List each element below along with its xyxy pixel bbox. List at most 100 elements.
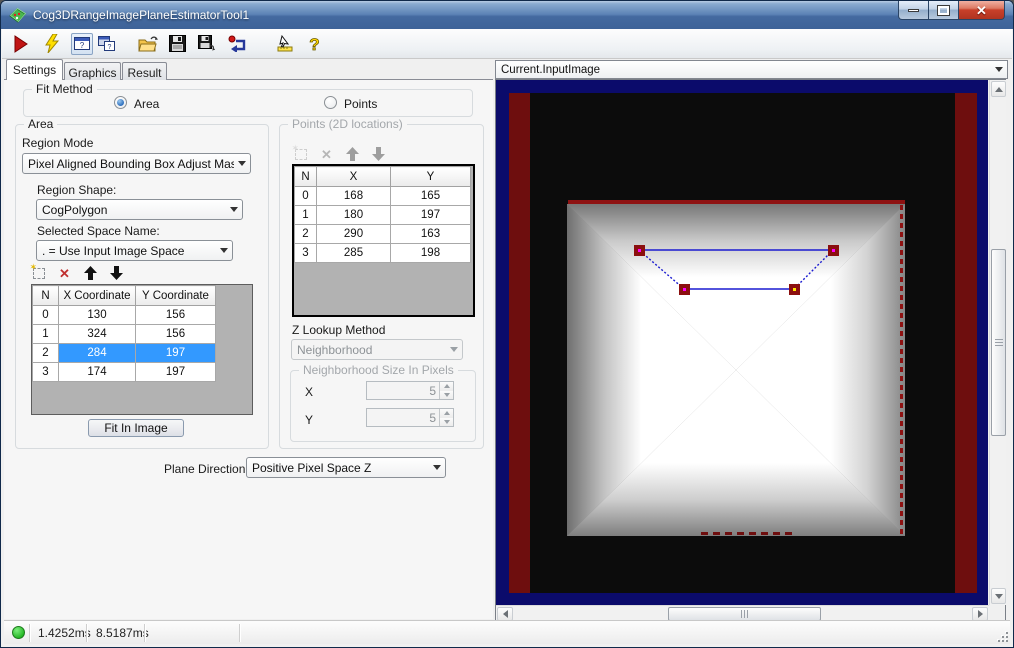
plane-direction-select[interactable]: Positive Pixel Space Z (246, 457, 446, 478)
table-row: 1 180 197 (295, 206, 471, 225)
image-canvas[interactable] (496, 80, 988, 605)
fit-in-image-button[interactable]: Fit In Image (88, 419, 184, 437)
cell-y[interactable]: 156 (136, 306, 216, 325)
minimize-button[interactable] (898, 1, 929, 20)
move-up-button[interactable] (82, 265, 99, 281)
reset-icon (228, 35, 247, 52)
scroll-left-icon (503, 610, 508, 618)
vertex-handle-0[interactable] (634, 245, 645, 256)
chevron-down-icon (234, 154, 250, 173)
fit-method-area-radio[interactable] (114, 96, 127, 109)
save-button[interactable] (166, 33, 188, 55)
add-point-button[interactable] (30, 265, 47, 281)
tab-settings[interactable]: Settings (6, 59, 63, 80)
separator (239, 624, 240, 642)
scroll-right-button[interactable] (972, 607, 988, 621)
thumb-grip (744, 610, 745, 618)
show-last-run-image-toggle[interactable]: ? (71, 33, 93, 55)
area-points-grid: N X Coordinate Y Coordinate 0 130 156 1 … (31, 284, 253, 415)
fit-method-group: Fit Method Area Points (23, 89, 473, 117)
vertical-scroll-thumb[interactable] (991, 249, 1006, 436)
region-mode-select[interactable]: Pixel Aligned Bounding Box Adjust Mask (22, 153, 251, 174)
title-bar[interactable]: Cog3DRangeImagePlaneEstimatorTool1 ✕ (1, 1, 1013, 29)
settings-page: Fit Method Area Points Area Region Mode … (4, 79, 493, 619)
electric-run-icon (44, 34, 60, 53)
cell-y[interactable]: 156 (136, 325, 216, 344)
cell-x[interactable]: 174 (59, 363, 136, 382)
vertex-handle-2-selected[interactable] (789, 284, 800, 295)
cell-x[interactable]: 130 (59, 306, 136, 325)
maximize-button[interactable] (929, 1, 959, 20)
points-group: Points (2D locations) ✕ N X Y 0 168 (279, 124, 484, 449)
horizontal-scroll-thumb[interactable] (668, 607, 821, 621)
electric-run-button[interactable] (41, 33, 63, 55)
spin-up-icon (440, 382, 453, 391)
vertex-handle-3[interactable] (679, 284, 690, 295)
resize-grip[interactable] (996, 630, 1008, 642)
image-selector[interactable]: Current.InputImage (495, 60, 1008, 79)
reset-button[interactable] (226, 33, 248, 55)
scroll-down-button[interactable] (991, 588, 1006, 604)
cell-x[interactable]: 284 (59, 344, 136, 363)
neighborhood-x-label: X (305, 385, 313, 399)
cell-n: 2 (295, 225, 317, 244)
cell-y: 198 (391, 244, 471, 263)
run-icon (13, 35, 29, 53)
move-up-icon (346, 147, 359, 161)
cell-y: 197 (391, 206, 471, 225)
cell-x[interactable]: 324 (59, 325, 136, 344)
scroll-up-icon (995, 87, 1003, 92)
table-row: 0 130 156 (33, 306, 216, 325)
copy-run-image-button[interactable]: ? (95, 33, 117, 55)
area-points-toolbar: ✕ (30, 265, 125, 281)
help-button[interactable]: ? (303, 33, 325, 55)
region-shape-label: Region Shape: (37, 183, 116, 197)
save-as-button[interactable] (196, 33, 218, 55)
table-row: 0 168 165 (295, 187, 471, 206)
move-down-button[interactable] (108, 265, 125, 281)
status-indicator-green (12, 626, 25, 639)
scroll-up-button[interactable] (991, 81, 1006, 97)
fit-method-points-radio[interactable] (324, 96, 337, 109)
col-header-x[interactable]: X Coordinate (59, 286, 136, 306)
vertical-scrollbar[interactable] (989, 80, 1006, 605)
region-shape-select[interactable]: CogPolygon (36, 199, 243, 220)
scroll-down-icon (995, 594, 1003, 599)
delete-point-button[interactable]: ✕ (56, 265, 73, 281)
close-button[interactable]: ✕ (959, 1, 1005, 20)
cell-n[interactable]: 3 (33, 363, 59, 382)
chevron-down-icon (216, 241, 232, 260)
z-lookup-label: Z Lookup Method (292, 323, 385, 337)
thumb-grip (995, 342, 1003, 343)
points-toolbar-disabled: ✕ (292, 146, 387, 162)
add-point-icon (295, 149, 307, 160)
maximize-icon (938, 6, 949, 15)
run-button[interactable] (10, 33, 32, 55)
save-as-icon (198, 35, 217, 52)
separator (29, 624, 30, 642)
cell-y[interactable]: 197 (136, 363, 216, 382)
cell-y[interactable]: 197 (136, 344, 216, 363)
move-down-button (370, 146, 387, 162)
cell-n[interactable]: 0 (33, 306, 59, 325)
points-group-label: Points (2D locations) (288, 117, 407, 131)
selected-space-select[interactable]: . = Use Input Image Space (36, 240, 233, 261)
svg-text:?: ? (107, 44, 111, 51)
cell-n[interactable]: 2 (33, 344, 59, 363)
scroll-left-button[interactable] (497, 607, 513, 621)
vertex-handle-1[interactable] (828, 245, 839, 256)
tab-graphics[interactable]: Graphics (64, 62, 121, 80)
move-up-icon (84, 266, 97, 280)
cell-n: 1 (295, 206, 317, 225)
pointer-measure-button[interactable] (274, 33, 296, 55)
col-header-n[interactable]: N (33, 286, 59, 306)
tab-result[interactable]: Result (122, 62, 167, 80)
delete-point-button: ✕ (318, 146, 335, 162)
open-file-button[interactable] (137, 33, 159, 55)
fit-method-label: Fit Method (32, 82, 97, 96)
cell-n[interactable]: 1 (33, 325, 59, 344)
image-panel-icon: ? (74, 37, 90, 50)
col-header-y[interactable]: Y Coordinate (136, 286, 216, 306)
plane-direction-label: Plane Direction (164, 462, 245, 476)
neighborhood-y-label: Y (305, 413, 313, 427)
